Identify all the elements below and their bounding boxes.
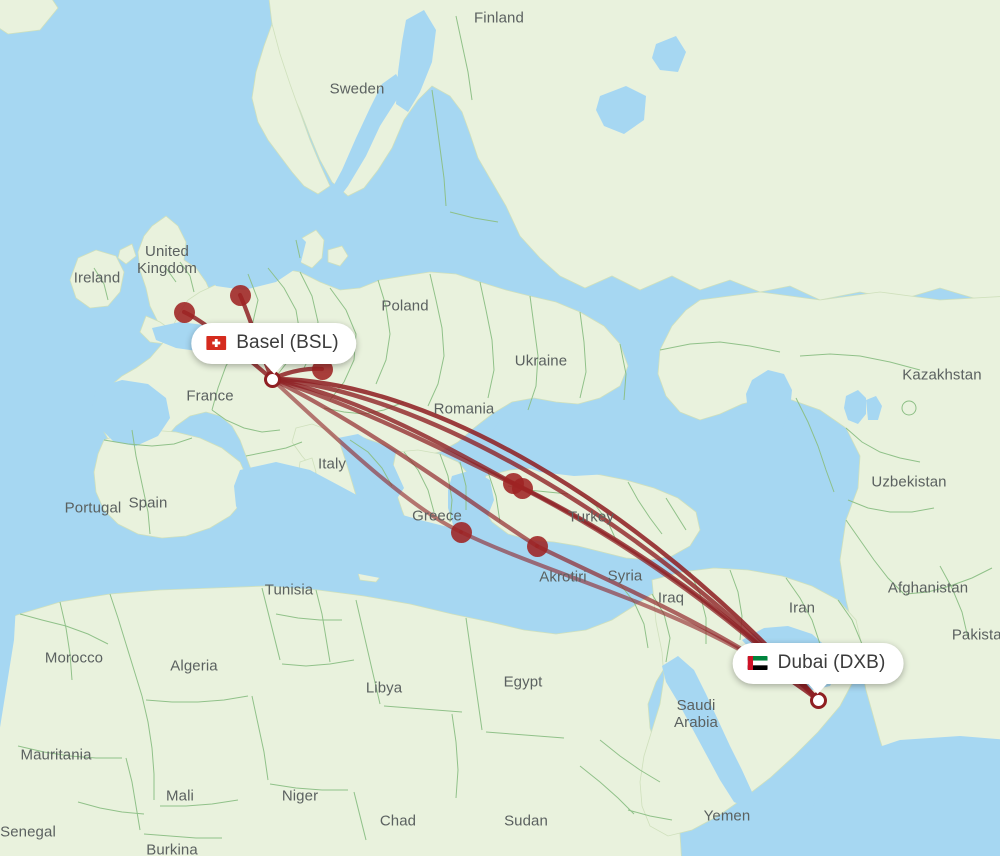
airport-tooltip-label: Basel (BSL) (236, 332, 339, 353)
istanbul-stop-b[interactable] (511, 477, 533, 499)
switzerland-flag-icon (206, 336, 227, 350)
water-small-lake (901, 400, 917, 416)
airport-tooltip-bsl[interactable]: Basel (BSL) (191, 323, 357, 374)
athens-stop[interactable] (450, 521, 472, 543)
london-stop[interactable] (173, 301, 195, 323)
map-canvas (0, 0, 1000, 856)
antalya-stop[interactable] (526, 535, 548, 557)
uae-flag-icon (747, 656, 768, 670)
amsterdam-stop[interactable] (229, 284, 251, 306)
flight-route-map[interactable]: Ireland United Kingdom Sweden Finland Poland… (0, 0, 1000, 856)
airport-tooltip-label: Dubai (DXB) (777, 652, 886, 673)
airport-tooltip-dxb[interactable]: Dubai (DXB) (732, 643, 904, 694)
airport-marker-dxb[interactable] (809, 691, 827, 709)
